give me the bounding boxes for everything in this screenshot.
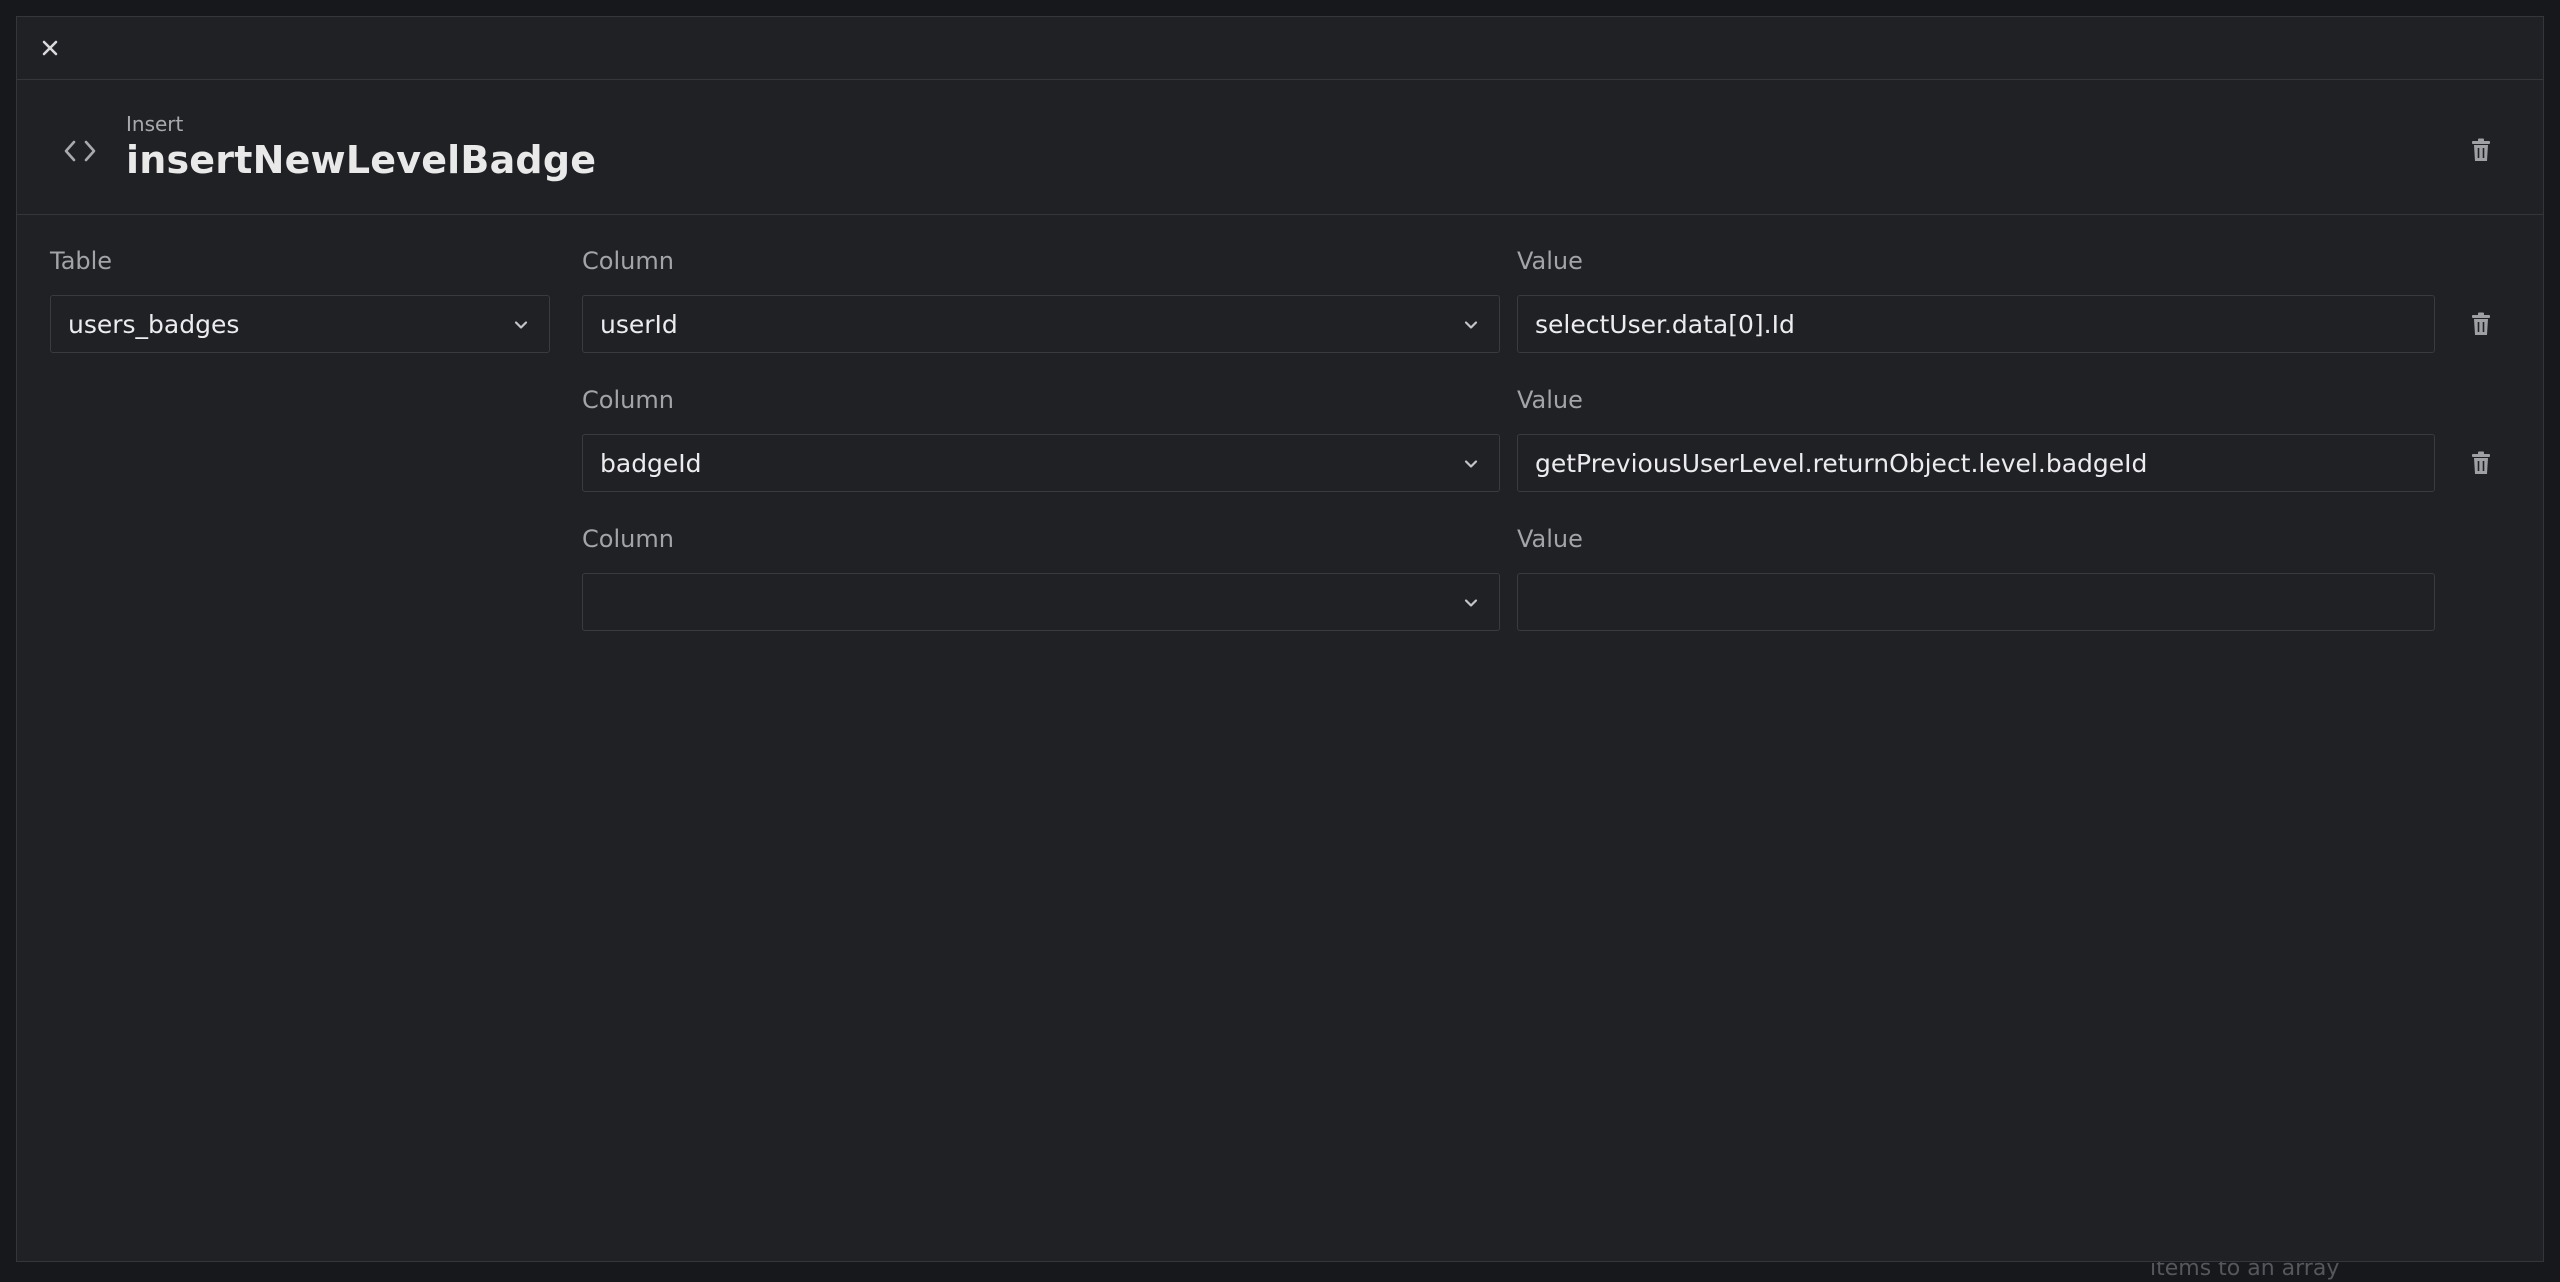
value-label: Value — [1517, 386, 1583, 414]
table-label: Table — [50, 247, 113, 275]
value-label: Value — [1517, 525, 1583, 553]
insert-form: Table users_badges Column userId Value s… — [17, 215, 2543, 1255]
chevron-down-icon — [514, 321, 528, 329]
table-select[interactable]: users_badges — [50, 295, 550, 353]
trash-icon — [2472, 451, 2490, 474]
column-select[interactable]: userId — [582, 295, 1500, 353]
insert-step-modal: Insert insertNewLevelBadge Table users_b… — [16, 16, 2544, 1262]
delete-step-button[interactable] — [2463, 132, 2499, 168]
column-label: Column — [582, 386, 674, 414]
value-input-text: getPreviousUserLevel.returnObject.level.… — [1535, 448, 2148, 478]
trash-icon — [2472, 312, 2490, 335]
column-select[interactable]: badgeId — [582, 434, 1500, 492]
close-icon — [42, 40, 58, 56]
table-select-value: users_badges — [68, 309, 240, 339]
chevron-down-icon — [1464, 321, 1478, 329]
column-label: Column — [582, 525, 674, 553]
step-kind-label: Insert — [126, 112, 184, 136]
close-button[interactable] — [33, 31, 67, 65]
trash-icon — [2472, 138, 2490, 161]
value-input[interactable]: getPreviousUserLevel.returnObject.level.… — [1517, 434, 2435, 492]
value-input[interactable]: selectUser.data[0].Id — [1517, 295, 2435, 353]
step-title: insertNewLevelBadge — [126, 138, 597, 182]
value-input[interactable] — [1517, 573, 2435, 631]
delete-row-button[interactable] — [2463, 306, 2499, 342]
column-select-value: userId — [600, 309, 678, 339]
column-select[interactable] — [582, 573, 1500, 631]
delete-row-button[interactable] — [2463, 445, 2499, 481]
step-header: Insert insertNewLevelBadge — [17, 80, 2543, 215]
chevron-down-icon — [1464, 460, 1478, 468]
modal-topbar — [17, 17, 2543, 80]
value-label: Value — [1517, 247, 1583, 275]
column-label: Column — [582, 247, 674, 275]
chevron-down-icon — [1464, 599, 1478, 607]
column-select-value: badgeId — [600, 448, 702, 478]
code-icon — [61, 132, 99, 170]
value-input-text: selectUser.data[0].Id — [1535, 309, 1795, 339]
